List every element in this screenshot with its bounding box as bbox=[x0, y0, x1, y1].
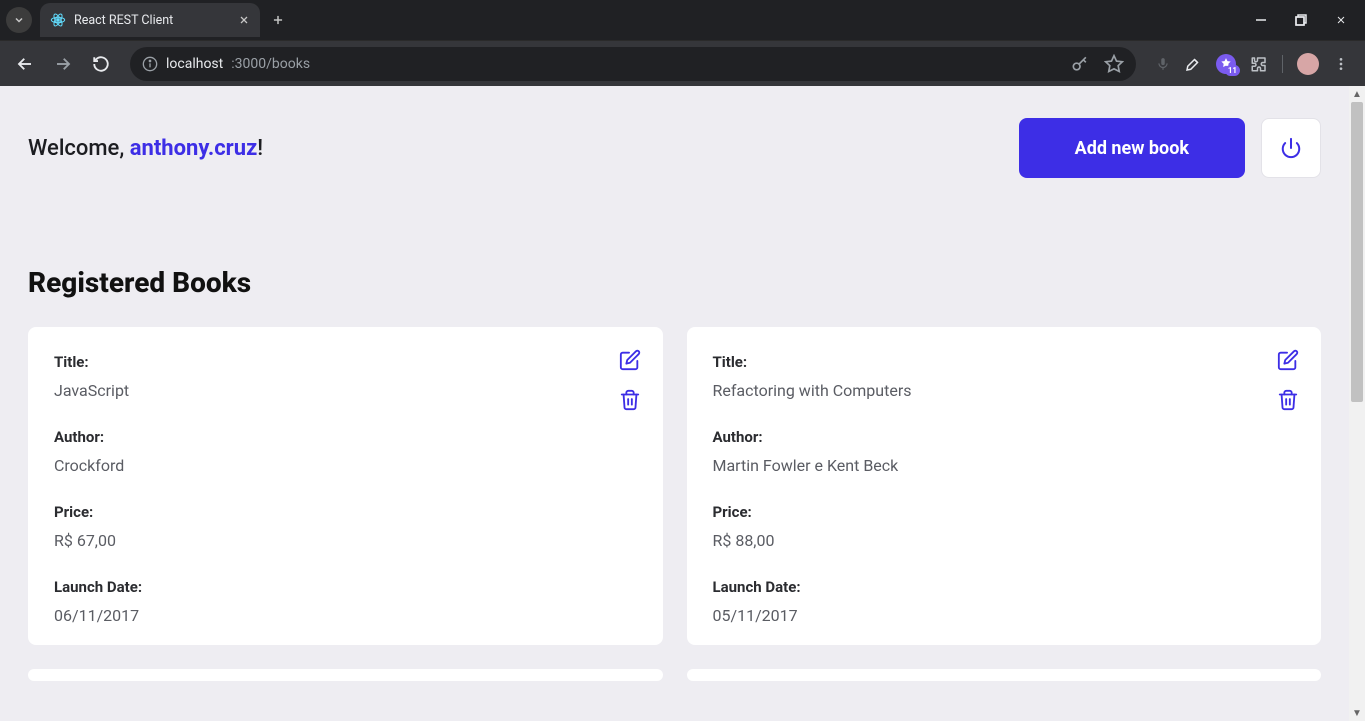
minimize-button[interactable] bbox=[1251, 10, 1271, 30]
edit-book-button[interactable] bbox=[1273, 345, 1303, 375]
book-card-stub bbox=[28, 669, 663, 681]
extension-badge-count: 11 bbox=[1225, 65, 1240, 76]
search-tabs-button[interactable] bbox=[6, 7, 32, 33]
title-label: Title: bbox=[713, 353, 1296, 371]
reload-button[interactable] bbox=[84, 47, 118, 81]
page-scrollbar[interactable]: ▲ ▼ bbox=[1349, 86, 1365, 721]
profile-avatar[interactable] bbox=[1297, 53, 1319, 75]
trash-icon bbox=[1277, 389, 1299, 411]
extension-badge-icon[interactable]: 11 bbox=[1216, 54, 1236, 74]
title-value: JavaScript bbox=[54, 381, 637, 400]
title-value: Refactoring with Computers bbox=[713, 381, 1296, 400]
mic-icon[interactable] bbox=[1156, 56, 1170, 72]
scroll-down-arrow[interactable]: ▼ bbox=[1349, 705, 1365, 721]
author-label: Author: bbox=[713, 428, 1296, 446]
password-key-icon[interactable] bbox=[1070, 54, 1090, 74]
tab-title: React REST Client bbox=[74, 13, 173, 28]
book-cards-next-row bbox=[28, 669, 1321, 681]
price-label: Price: bbox=[54, 503, 637, 521]
delete-book-button[interactable] bbox=[615, 385, 645, 415]
window-controls bbox=[1251, 10, 1365, 30]
launch-date-label: Launch Date: bbox=[54, 578, 637, 596]
forward-button[interactable] bbox=[46, 47, 80, 81]
maximize-button[interactable] bbox=[1291, 10, 1311, 30]
edit-icon bbox=[1277, 349, 1299, 371]
toolbar-divider bbox=[1282, 55, 1283, 73]
welcome-prefix: Welcome, bbox=[28, 136, 130, 161]
scroll-thumb[interactable] bbox=[1351, 102, 1363, 402]
close-window-button[interactable] bbox=[1331, 10, 1351, 30]
page-content: Welcome, anthony.cruz! Add new book Regi… bbox=[0, 86, 1349, 721]
launch-date-value: 05/11/2017 bbox=[713, 606, 1296, 625]
address-bar[interactable]: localhost :3000/books bbox=[130, 47, 1136, 81]
price-label: Price: bbox=[713, 503, 1296, 521]
close-tab-button[interactable] bbox=[238, 14, 250, 26]
extensions-puzzle-icon[interactable] bbox=[1250, 55, 1268, 73]
section-title: Registered Books bbox=[28, 266, 1321, 299]
book-card: Title: Refactoring with Computers Author… bbox=[687, 327, 1322, 645]
browser-tab[interactable]: React REST Client bbox=[40, 3, 260, 37]
edit-icon bbox=[619, 349, 641, 371]
book-card: Title: JavaScript Author: Crockford Pric… bbox=[28, 327, 663, 645]
scroll-up-arrow[interactable]: ▲ bbox=[1349, 86, 1365, 102]
edit-book-button[interactable] bbox=[615, 345, 645, 375]
bookmark-star-icon[interactable] bbox=[1104, 54, 1124, 74]
back-button[interactable] bbox=[8, 47, 42, 81]
book-cards: Title: JavaScript Author: Crockford Pric… bbox=[28, 327, 1321, 645]
new-tab-button[interactable] bbox=[264, 6, 292, 34]
title-label: Title: bbox=[54, 353, 637, 371]
book-card-stub bbox=[687, 669, 1322, 681]
extension-icons: 11 bbox=[1148, 53, 1357, 75]
site-info-icon[interactable] bbox=[142, 56, 158, 72]
author-value: Crockford bbox=[54, 456, 637, 475]
delete-book-button[interactable] bbox=[1273, 385, 1303, 415]
page-header: Welcome, anthony.cruz! Add new book bbox=[28, 118, 1321, 178]
browser-chrome: React REST Client localhost:300 bbox=[0, 0, 1365, 86]
author-label: Author: bbox=[54, 428, 637, 446]
tab-strip: React REST Client bbox=[0, 0, 1365, 40]
logout-button[interactable] bbox=[1261, 118, 1321, 178]
power-icon bbox=[1280, 137, 1302, 159]
price-value: R$ 67,00 bbox=[54, 531, 637, 550]
launch-date-value: 06/11/2017 bbox=[54, 606, 637, 625]
username-link[interactable]: anthony.cruz bbox=[130, 136, 258, 161]
eyedropper-icon[interactable] bbox=[1184, 55, 1202, 73]
browser-toolbar: localhost :3000/books 11 bbox=[0, 40, 1365, 86]
author-value: Martin Fowler e Kent Beck bbox=[713, 456, 1296, 475]
welcome-text: Welcome, anthony.cruz! bbox=[28, 136, 263, 161]
url-path: :3000/books bbox=[231, 56, 310, 72]
react-icon bbox=[50, 12, 66, 28]
trash-icon bbox=[619, 389, 641, 411]
price-value: R$ 88,00 bbox=[713, 531, 1296, 550]
add-new-book-button[interactable]: Add new book bbox=[1019, 118, 1245, 178]
url-host: localhost bbox=[166, 56, 223, 72]
launch-date-label: Launch Date: bbox=[713, 578, 1296, 596]
chrome-menu-button[interactable] bbox=[1333, 56, 1349, 72]
welcome-suffix: ! bbox=[257, 136, 263, 161]
